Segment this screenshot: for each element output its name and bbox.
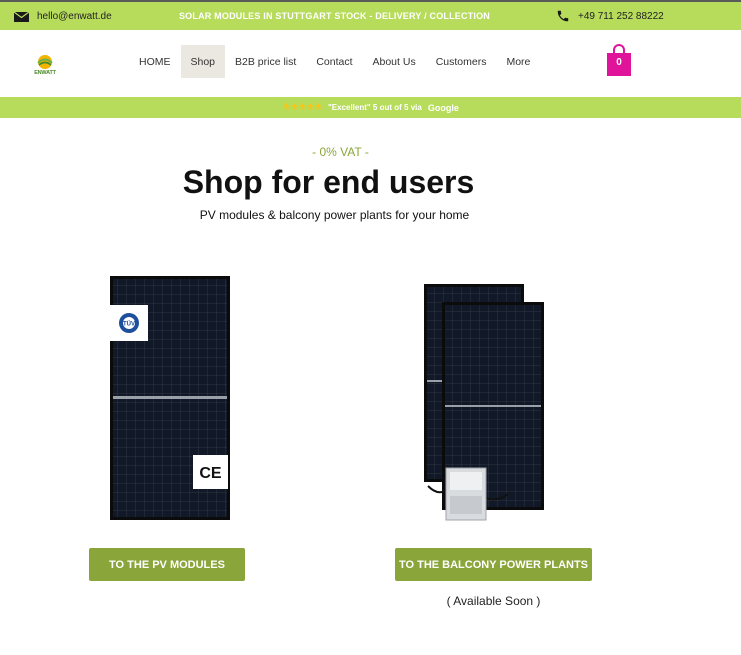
tuv-badge: TÜV xyxy=(110,305,148,341)
cart-count: 0 xyxy=(616,57,622,68)
phone-text: +49 711 252 88222 xyxy=(578,10,664,22)
svg-text:CE: CE xyxy=(199,465,222,482)
header: ENWATT HOME Shop B2B price list Contact … xyxy=(0,30,741,97)
balcony-power-plant-image[interactable] xyxy=(408,276,558,528)
pv-modules-button[interactable]: TO THE PV MODULES xyxy=(89,548,245,581)
main-nav: HOME Shop B2B price list Contact About U… xyxy=(129,45,540,78)
nav-more[interactable]: More xyxy=(496,45,540,78)
nav-b2b-price-list[interactable]: B2B price list xyxy=(225,45,306,78)
nav-customers[interactable]: Customers xyxy=(426,45,497,78)
rating-bar[interactable]: ★★★★★ "Excellent" 5 out of 5 via Google xyxy=(0,97,741,118)
logo-text: ENWATT xyxy=(34,70,56,76)
nav-about-us[interactable]: About Us xyxy=(363,45,426,78)
ce-badge: CE xyxy=(193,455,228,489)
page-subtitle: PV modules & balcony power plants for yo… xyxy=(199,208,470,222)
rating-text: "Excellent" 5 out of 5 via xyxy=(327,103,422,112)
google-logo: Google xyxy=(427,102,459,113)
svg-text:TÜV: TÜV xyxy=(123,321,135,328)
top-bar: hello@enwatt.de SOLAR MODULES IN STUTTGA… xyxy=(0,0,741,30)
phone-icon xyxy=(557,10,569,22)
nav-shop[interactable]: Shop xyxy=(180,45,226,78)
page-title: Shop for end users xyxy=(182,164,475,200)
vat-label: - 0% VAT - xyxy=(312,145,369,159)
sun-logo-icon xyxy=(37,55,53,69)
nav-contact[interactable]: Contact xyxy=(306,45,362,78)
logo[interactable]: ENWATT xyxy=(28,52,62,84)
pv-module-image[interactable]: TÜV CE xyxy=(100,268,240,528)
availability-note: ( Available Soon ) xyxy=(446,594,541,608)
phone-link[interactable]: +49 711 252 88222 xyxy=(556,9,664,23)
balcony-power-plants-button[interactable]: TO THE BALCONY POWER PLANTS xyxy=(395,548,592,581)
rating-stars-icon: ★★★★★ xyxy=(282,102,323,113)
nav-home[interactable]: HOME xyxy=(129,45,181,78)
cart-button[interactable]: 0 xyxy=(607,44,631,76)
